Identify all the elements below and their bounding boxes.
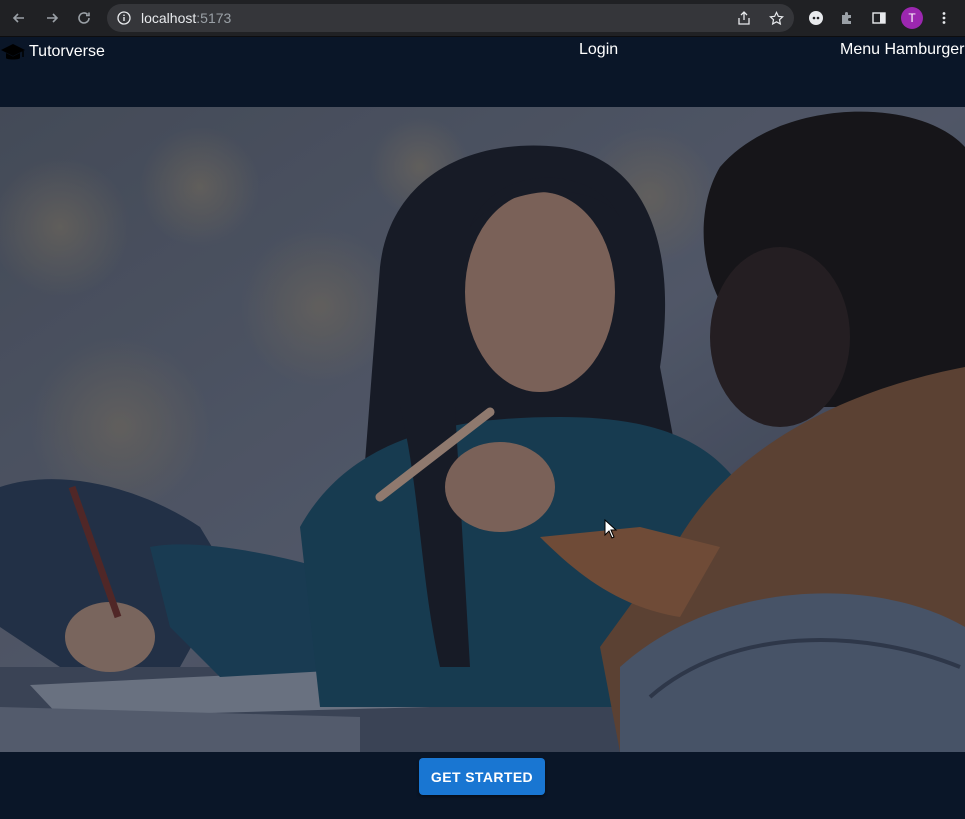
mouse-cursor-icon: [604, 519, 618, 539]
brand-name: Tutorverse: [29, 43, 105, 60]
kebab-menu-icon[interactable]: [934, 8, 954, 28]
reload-button[interactable]: [74, 8, 94, 28]
side-panel-icon[interactable]: [869, 8, 889, 28]
address-bar[interactable]: localhost:5173: [107, 4, 794, 32]
get-started-button[interactable]: GET STARTED: [419, 758, 545, 795]
extension-icon[interactable]: [806, 8, 826, 28]
browser-toolbar: localhost:5173 T: [0, 0, 965, 37]
app-header: Tutorverse Login Menu Hamburger: [0, 37, 965, 107]
reload-icon: [78, 12, 90, 24]
url-port: :5173: [196, 10, 232, 26]
puzzle-icon[interactable]: [837, 8, 857, 28]
url-host: localhost: [141, 10, 197, 26]
info-icon[interactable]: [115, 9, 133, 27]
back-button[interactable]: [9, 8, 29, 28]
forward-button[interactable]: [42, 8, 62, 28]
bookmark-star-icon[interactable]: [767, 9, 785, 27]
profile-avatar[interactable]: T: [901, 7, 923, 29]
share-icon[interactable]: [735, 9, 753, 27]
graduation-cap-icon: [1, 44, 25, 60]
menu-hamburger-button[interactable]: Menu Hamburger: [840, 41, 965, 59]
url-text[interactable]: localhost:5173: [141, 10, 231, 26]
arrow-left-icon: [12, 13, 24, 23]
hero-image: [0, 107, 965, 752]
brand-link[interactable]: Tutorverse: [0, 41, 105, 63]
arrow-right-icon: [47, 13, 59, 23]
login-link[interactable]: Login: [579, 41, 618, 59]
